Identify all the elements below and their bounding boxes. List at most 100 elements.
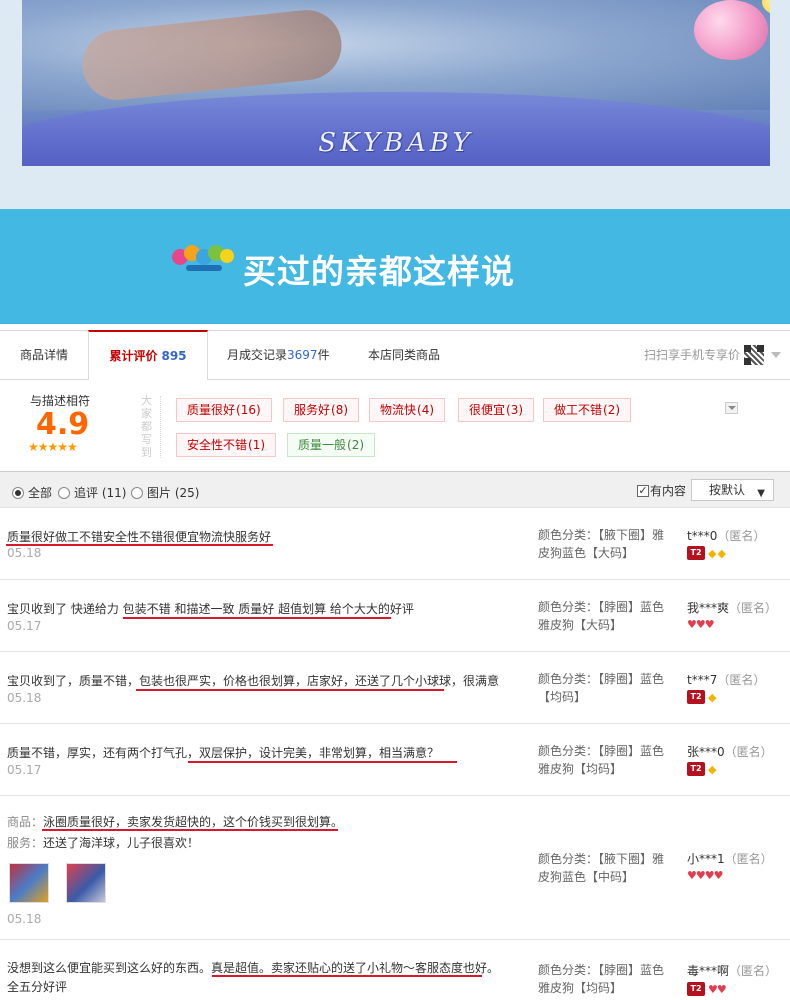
tag-cheap[interactable]: 很便宜(3) <box>458 398 535 422</box>
review-followup-text: 全五分好评 <box>7 980 68 994</box>
review-text: 没想到这么便宜能买到这么好的东西。真是超值。卖家还贴心的送了小礼物～客服态度也好… <box>7 961 500 975</box>
reviewer-badges: T2 ♥ ♥ <box>687 982 727 996</box>
review-sku: 颜色分类：【脖圈】蓝色雅皮狗【均码】 <box>538 963 665 995</box>
qr-code-icon[interactable] <box>744 345 764 365</box>
tag-quality-good[interactable]: 质量很好(16) <box>176 398 272 422</box>
highlight-underline <box>42 829 338 831</box>
reviewer[interactable]: 我***爽（匿名） <box>687 599 777 616</box>
review-item: 宝贝收到了 快递给力 包装不错 和描述一致 质量好 超值划算 给个大大的好评 0… <box>0 580 790 652</box>
tag-text: 物流快 <box>380 403 417 417</box>
sort-select[interactable]: 按默认 ▼ <box>691 479 774 501</box>
filter-label: 追评 (11) <box>74 486 127 500</box>
filter-all[interactable]: 全部 <box>12 484 52 501</box>
reviewer[interactable]: 张***0（匿名） <box>687 743 773 760</box>
review-sku: 颜色分类：【腋下圈】雅皮狗蓝色【大码】 <box>538 528 665 560</box>
highlight-underline <box>123 617 391 619</box>
filter-label: 全部 <box>28 486 53 500</box>
highlight-underline <box>212 975 482 977</box>
review-count: 895 <box>161 349 187 363</box>
tab-bar: 商品详情 累计评价 895 月成交记录3697件 本店同类商品 扫扫享手机专享价 <box>0 330 790 380</box>
anonymous-label: （匿名） <box>729 964 778 978</box>
diamond-icon: ◆ <box>708 546 717 560</box>
radio-icon <box>131 486 143 499</box>
scan-mobile-price[interactable]: 扫扫享手机专享价 <box>644 331 740 379</box>
filter-followup[interactable]: 追评 (11) <box>58 484 126 501</box>
tab-label: 月成交记录 <box>227 348 288 362</box>
anonymous-label: （匿名） <box>717 529 766 543</box>
tag-text: 服务好 <box>294 403 331 417</box>
tmall-badge-icon: T2 <box>687 690 705 704</box>
tag-workmanship[interactable]: 做工不错(2) <box>543 398 632 422</box>
tab-label: 累计评价 <box>109 349 158 363</box>
tmall-badge-icon: T2 <box>687 982 705 996</box>
tab-similar-products[interactable]: 本店同类商品 <box>368 331 440 380</box>
reviewer-name: t***0 <box>687 529 718 543</box>
anonymous-label: （匿名） <box>724 745 773 759</box>
review-image-thumbnail[interactable] <box>66 863 106 903</box>
hero-banner: SKYBABY <box>0 0 790 210</box>
diamond-icon: ◆ <box>708 762 717 776</box>
tag-count: (2) <box>603 403 621 417</box>
reviewer-badges: ♥ ♥ ♥ <box>687 618 715 631</box>
review-service-text: 服务：还送了海洋球，儿子很喜欢！ <box>7 834 199 851</box>
review-date: 05.18 <box>7 912 42 926</box>
tab-reviews[interactable]: 累计评价 895 <box>88 330 208 380</box>
tag-count: (8) <box>331 403 349 417</box>
tag-quality-average[interactable]: 质量一般(2) <box>287 433 376 457</box>
tag-text: 做工不错 <box>554 403 603 417</box>
highlight-underline <box>188 761 457 763</box>
tab-monthly-sales[interactable]: 月成交记录3697件 <box>227 331 330 380</box>
reviewer-badges: T2 ◆ <box>687 762 717 776</box>
reviews-banner: 买过的亲都这样说 <box>0 209 790 324</box>
filter-images[interactable]: 图片 (25) <box>131 484 199 501</box>
review-item: 质量很好做工不错安全性不错很便宜物流快服务好 05.18 颜色分类：【腋下圈】雅… <box>0 508 790 580</box>
tag-count: (4) <box>417 403 435 417</box>
review-text: 宝贝收到了，质量不错，包装也很严实，价格也很划算，店家好，还送了几个小球球，很满… <box>7 674 500 688</box>
sales-count: 3697 <box>287 348 318 362</box>
check-icon: ✓ <box>637 483 649 497</box>
tag-safety[interactable]: 安全性不错(1) <box>176 433 277 457</box>
reviewer-name: 毒***啊 <box>687 964 730 978</box>
review-label: 商品： <box>7 815 44 829</box>
review-text: 商品：泳圈质量很好，卖家发货超快的，这个价钱买到很划算。 <box>7 813 343 830</box>
tag-fast-shipping[interactable]: 物流快(4) <box>369 398 446 422</box>
review-sku: 颜色分类：【脖圈】蓝色雅皮狗【均码】 <box>538 744 665 776</box>
highlight-underline <box>136 689 444 691</box>
review-item: 宝贝收到了，质量不错，包装也很严实，价格也很划算，店家好，还送了几个小球球，很满… <box>0 652 790 724</box>
tag-service-good[interactable]: 服务好(8) <box>283 398 360 422</box>
tag-text: 安全性不错 <box>187 438 248 452</box>
review-item: 商品：泳圈质量很好，卖家发货超快的，这个价钱买到很划算。 服务：还送了海洋球，儿… <box>0 796 790 940</box>
review-text: 质量很好做工不错安全性不错很便宜物流快服务好 <box>7 530 272 544</box>
product-photo: SKYBABY <box>22 0 770 166</box>
chevron-down-icon: ▼ <box>757 488 765 499</box>
chevron-down-icon[interactable] <box>771 352 781 358</box>
tab-product-details[interactable]: 商品详情 <box>20 331 68 380</box>
tag-count: (16) <box>236 403 261 417</box>
tmall-badge-icon: T2 <box>687 546 705 560</box>
reviewer[interactable]: 毒***啊（匿名） <box>687 962 777 979</box>
rating-score: 4.9 <box>36 407 90 442</box>
review-label: 服务： <box>7 836 44 850</box>
pink-ball <box>694 0 768 60</box>
reviewer[interactable]: t***0（匿名） <box>687 527 765 544</box>
sort-label: 按默认 <box>709 483 746 497</box>
review-sku: 颜色分类：【脖圈】蓝色雅皮狗【大码】 <box>538 600 665 632</box>
review-image-thumbnail[interactable] <box>9 863 49 903</box>
diamond-icon: ◆ <box>708 690 717 704</box>
review-filter-bar: 全部 追评 (11) 图片 (25) ✓ 有内容 按默认 ▼ <box>0 472 790 508</box>
has-content-checkbox[interactable]: ✓ 有内容 <box>637 482 686 499</box>
reviewer-name: 张***0 <box>687 745 725 759</box>
reviewer-name: 小***1 <box>687 852 725 866</box>
star-rating-icon: ★★★★★ <box>28 440 78 454</box>
review-text: 质量不错，厚实，还有两个打气孔，双层保护，设计完美，非常划算，相当满意？ <box>7 746 440 760</box>
heart-icon: ♥ <box>704 618 715 631</box>
review-list: 质量很好做工不错安全性不错很便宜物流快服务好 05.18 颜色分类：【腋下圈】雅… <box>0 508 790 1000</box>
highlight-underline <box>6 544 273 546</box>
tag-count: (1) <box>248 438 266 452</box>
review-item: 质量不错，厚实，还有两个打气孔，双层保护，设计完美，非常划算，相当满意？ 05.… <box>0 724 790 796</box>
review-date: 05.18 <box>7 691 42 705</box>
reviewer[interactable]: 小***1（匿名） <box>687 850 773 867</box>
reviewer[interactable]: t***7（匿名） <box>687 671 765 688</box>
checkbox-label: 有内容 <box>650 484 687 498</box>
expand-tags-icon[interactable] <box>725 402 738 414</box>
